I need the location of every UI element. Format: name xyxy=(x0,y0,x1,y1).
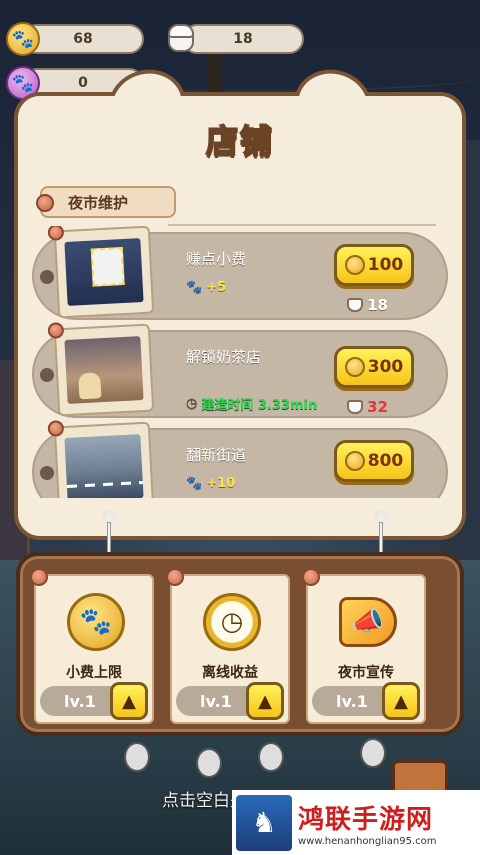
item-effect-value: +10 xyxy=(206,476,236,491)
section-label: 夜市维护 xyxy=(68,193,129,212)
row-hole xyxy=(40,270,54,284)
panel-title: 店铺 xyxy=(205,121,274,161)
build-time-value: 建造时间 3.33min xyxy=(201,398,318,413)
arrow-up-icon: ▲ xyxy=(394,690,408,712)
cup-icon xyxy=(347,400,364,414)
item-build-time: ◷ 建造时间 3.33min xyxy=(186,394,317,413)
upgrade-label: 夜市宣传 xyxy=(338,665,394,681)
watermark: ♞ 鸿联手游网 www.henanhonglian95.com xyxy=(232,790,480,855)
upgrade-button[interactable]: ▲ xyxy=(246,682,284,720)
shop-item-row: 翻新街道 🐾 +10 800 xyxy=(32,420,448,498)
megaphone-icon: 📣 xyxy=(334,590,402,654)
clock-icon: ◷ xyxy=(186,396,198,411)
buy-price: 100 xyxy=(367,255,404,275)
coin-icon xyxy=(344,255,365,275)
coin-icon xyxy=(344,357,365,377)
purple-paw-value: 0 xyxy=(78,75,88,91)
gold-paw-icon: 🐾 xyxy=(6,22,40,56)
qr-sign-image xyxy=(64,238,144,306)
item-effect: 🐾 +5 xyxy=(186,280,226,295)
upgrade-label: 小费上限 xyxy=(66,665,122,681)
item-effect-value: +5 xyxy=(206,280,227,295)
cup-cost: 18 xyxy=(347,296,388,314)
cup-cost-value: 18 xyxy=(367,296,388,314)
watermark-url: www.henanhonglian95.com xyxy=(298,835,437,847)
shop-item-row: 解锁奶茶店 ◷ 建造时间 3.33min 300 32 xyxy=(32,322,448,418)
upgrade-card-promotion: 📣 夜市宣传 lv.1 ▲ xyxy=(302,568,426,724)
buy-button[interactable]: 300 xyxy=(334,346,414,388)
shop-panel: 店铺 夜市维护 赚点小费 🐾 +5 100 18 解锁奶茶店 ◷ 建造时间 3.… xyxy=(14,59,466,540)
upgrade-button[interactable]: ▲ xyxy=(110,682,148,720)
buy-button[interactable]: 800 xyxy=(334,440,414,482)
row-hole xyxy=(40,368,54,382)
arrow-up-icon: ▲ xyxy=(122,690,136,712)
buy-price: 300 xyxy=(367,357,404,377)
crowd-figure xyxy=(196,748,222,778)
crowd-figure xyxy=(360,738,386,768)
shop-item-list[interactable]: 赚点小费 🐾 +5 100 18 解锁奶茶店 ◷ 建造时间 3.33min 30… xyxy=(32,226,448,498)
item-name: 解锁奶茶店 xyxy=(186,348,262,366)
bull-logo-icon: ♞ xyxy=(236,794,292,851)
upgrade-button[interactable]: ▲ xyxy=(382,682,420,720)
pin-icon xyxy=(30,568,48,586)
cup-cost-value: 32 xyxy=(367,398,388,416)
gold-paw-value: 68 xyxy=(73,31,93,47)
crowd-figure xyxy=(124,742,150,772)
item-name: 赚点小费 xyxy=(186,250,247,268)
item-thumbnail xyxy=(47,226,155,319)
item-effect: 🐾 +10 xyxy=(186,476,235,491)
pin-icon xyxy=(47,226,65,241)
gold-paw-counter: 68 xyxy=(22,24,144,54)
cup-counter: 18 xyxy=(182,24,304,54)
pin-icon xyxy=(47,322,65,339)
paw-small-icon: 🐾 xyxy=(186,280,203,295)
item-name: 翻新街道 xyxy=(186,446,247,464)
pocket-watch-icon: ◷ xyxy=(198,590,266,654)
row-hole xyxy=(40,466,54,480)
upgrade-label: 离线收益 xyxy=(202,665,258,681)
crowd-figure xyxy=(258,742,284,772)
pin-icon xyxy=(302,568,320,586)
section-tag: 夜市维护 xyxy=(36,186,176,218)
arrow-up-icon: ▲ xyxy=(258,690,272,712)
cup-icon xyxy=(347,298,364,312)
coin-icon xyxy=(344,451,365,471)
cup-icon xyxy=(164,24,198,58)
upgrade-card-tip-limit: 🐾 小费上限 lv.1 ▲ xyxy=(30,568,154,724)
coins-icon: 🐾 xyxy=(62,590,130,654)
pin-icon xyxy=(166,568,184,586)
cup-value: 18 xyxy=(233,31,253,47)
pin-icon xyxy=(47,420,65,437)
upgrade-card-offline-income: ◷ 离线收益 lv.1 ▲ xyxy=(166,568,290,724)
pin-icon xyxy=(36,194,54,212)
buy-button[interactable]: 100 xyxy=(334,244,414,286)
paw-small-icon: 🐾 xyxy=(186,476,203,491)
upgrade-board: 🐾 小费上限 lv.1 ▲ ◷ 离线收益 lv.1 ▲ 📣 夜市宣传 lv.1 … xyxy=(16,552,464,736)
watermark-name: 鸿联手游网 xyxy=(298,804,434,835)
shop-item-row: 赚点小费 🐾 +5 100 18 xyxy=(32,226,448,320)
item-thumbnail xyxy=(47,420,155,498)
tea-shop-image xyxy=(64,336,144,404)
cup-cost: 32 xyxy=(347,398,388,416)
buy-price: 800 xyxy=(367,451,404,471)
street-image xyxy=(64,434,144,498)
item-thumbnail xyxy=(47,322,155,417)
